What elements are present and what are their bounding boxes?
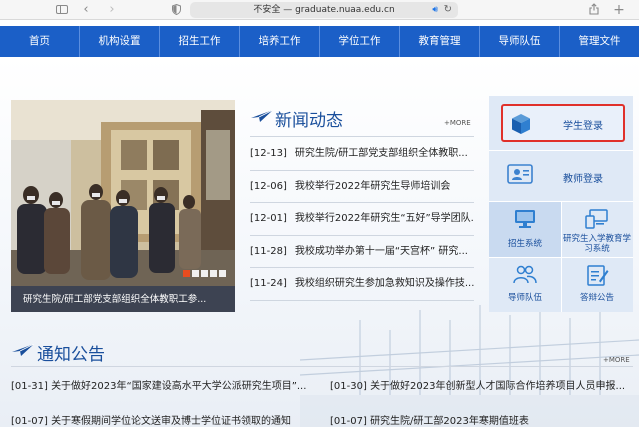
carousel-caption[interactable]: 研究生院/研工部党支部组织全体教职工参...	[23, 291, 206, 305]
devices-icon	[585, 209, 608, 229]
new-tab-icon[interactable]: +	[612, 3, 626, 17]
carousel-photo	[11, 100, 235, 312]
notice-date: [01-30]	[330, 381, 367, 392]
news-carousel-image[interactable]: 研究生院/研工部党支部组织全体教职工参...	[11, 100, 235, 312]
security-warning-label: 不安全	[253, 5, 281, 15]
news-headline[interactable]: 我校举行2022年研究生“五好”导学团队...	[295, 213, 474, 224]
news-item[interactable]: [11-28] 我校成功举办第十一届“天宫杯” 研究...	[250, 236, 474, 268]
shield-icon[interactable]	[170, 3, 182, 17]
news-headline[interactable]: 我校组织研究生参加急救知识及操作技...	[295, 278, 474, 289]
nav-item-supervisors[interactable]: 导师队伍	[480, 26, 560, 57]
notice-item[interactable]: [01-07] 研究生院/研工部2023年寒期值班表	[330, 412, 630, 427]
notice-date: [01-07]	[11, 416, 48, 427]
nav-item-admissions[interactable]: 招生工作	[160, 26, 240, 57]
notice-item[interactable]: [01-31] 关于做好2023年“国家建设高水平大学公派研究生项目”...	[11, 377, 311, 392]
notice-headline[interactable]: 关于做好2023年创新型人才国际合作培养项目人员申报...	[370, 381, 625, 392]
sidebar-toggle-icon[interactable]	[54, 3, 70, 17]
forward-arrow-icon[interactable]: ›	[106, 3, 118, 17]
news-section-title: 新闻动态	[275, 111, 343, 131]
document-edit-icon	[587, 265, 609, 286]
news-item[interactable]: [12-06] 我校举行2022年研究生导师培训会	[250, 171, 474, 203]
notice-headline[interactable]: 关于做好2023年“国家建设高水平大学公派研究生项目”...	[51, 381, 306, 392]
student-login-button[interactable]: 学生登录	[501, 104, 625, 142]
notice-headline[interactable]: 关于寒假期间学位论文送审及博士学位证书领取的通知	[51, 416, 291, 427]
paper-plane-icon	[251, 110, 273, 122]
news-headline[interactable]: 研究生院/研工部党支部组织全体教职...	[295, 148, 468, 159]
orientation-system-label: 研究生入学教育学习系统	[562, 234, 631, 254]
student-login-label: 学生登录	[563, 121, 603, 132]
defense-notice-link[interactable]: 答辩公告	[561, 258, 633, 313]
nav-item-education-management[interactable]: 教育管理	[400, 26, 480, 57]
monitor-icon	[515, 210, 535, 228]
panel-divider	[489, 150, 633, 151]
notice-headline[interactable]: 研究生院/研工部2023年寒期值班表	[370, 416, 529, 427]
nav-item-regulations[interactable]: 管理文件	[560, 26, 639, 57]
news-headline[interactable]: 我校举行2022年研究生导师培训会	[295, 181, 450, 192]
carousel-pager	[183, 270, 226, 277]
address-bar[interactable]: 不安全 — graduate.nuaa.edu.cn 🔊︎ ↻	[190, 2, 458, 18]
news-list: [12-13] 研究生院/研工部党支部组织全体教职... [12-06] 我校举行2…	[250, 138, 474, 301]
news-item[interactable]: [12-01] 我校举行2022年研究生“五好”导学团队...	[250, 203, 474, 236]
news-date: [12-06]	[250, 180, 287, 192]
nav-item-degree[interactable]: 学位工作	[320, 26, 400, 57]
notice-section-title: 通知公告	[37, 345, 105, 365]
news-more-link[interactable]: +MORE	[444, 119, 471, 127]
notice-item[interactable]: [01-30] 关于做好2023年创新型人才国际合作培养项目人员申报...	[330, 377, 630, 392]
nav-item-home[interactable]: 首页	[0, 26, 80, 57]
news-date: [11-28]	[250, 245, 287, 257]
cube-icon	[512, 114, 530, 134]
news-date: [12-13]	[250, 148, 287, 159]
teacher-id-card-icon	[507, 164, 533, 184]
browser-toolbar: ‹ › 不安全 — graduate.nuaa.edu.cn 🔊︎ ↻ +	[0, 0, 639, 20]
notice-item[interactable]: [01-07] 关于寒假期间学位论文送审及博士学位证书领取的通知	[11, 412, 311, 427]
url-separator: —	[283, 5, 293, 15]
teacher-login-button[interactable]: 教师登录	[489, 156, 633, 196]
admissions-system-label: 招生系统	[507, 239, 542, 249]
carousel-dot[interactable]	[201, 270, 208, 277]
reload-icon[interactable]: ↻	[444, 2, 452, 18]
news-divider	[250, 136, 474, 137]
notice-divider	[11, 366, 633, 367]
notice-date: [01-07]	[330, 416, 367, 427]
carousel-dot[interactable]	[210, 270, 217, 277]
nav-item-organization[interactable]: 机构设置	[80, 26, 160, 57]
news-headline[interactable]: 我校成功举办第十一届“天宫杯” 研究...	[295, 246, 468, 257]
carousel-dot[interactable]	[219, 270, 226, 277]
url-domain: graduate.nuaa.edu.cn	[295, 5, 395, 15]
carousel-dot[interactable]	[192, 270, 199, 277]
paper-plane-icon	[12, 344, 34, 356]
orientation-system-link[interactable]: 研究生入学教育学习系统	[561, 202, 633, 257]
back-arrow-icon[interactable]: ‹	[80, 3, 92, 17]
speaker-icon[interactable]: 🔊︎	[432, 2, 438, 18]
defense-notice-label: 答辩公告	[579, 293, 614, 303]
carousel-dot[interactable]	[183, 270, 190, 277]
supervisors-label: 导师队伍	[507, 293, 542, 303]
background-building-image	[300, 305, 639, 427]
news-item[interactable]: [12-13] 研究生院/研工部党支部组织全体教职...	[250, 138, 474, 171]
news-date: [11-24]	[250, 278, 287, 289]
teacher-login-label: 教师登录	[563, 174, 603, 185]
notice-date: [01-31]	[11, 381, 48, 392]
main-nav: 首页 机构设置 招生工作 培养工作 学位工作 教育管理 导师队伍 管理文件	[0, 26, 639, 57]
admissions-system-link[interactable]: 招生系统	[489, 202, 561, 257]
news-date: [12-01]	[250, 213, 287, 224]
people-icon	[513, 265, 537, 284]
notice-more-link[interactable]: +MORE	[603, 356, 630, 364]
news-item[interactable]: [11-24] 我校组织研究生参加急救知识及操作技...	[250, 268, 474, 301]
supervisors-link[interactable]: 导师队伍	[489, 258, 561, 313]
share-icon[interactable]	[588, 3, 600, 17]
nav-item-training[interactable]: 培养工作	[240, 26, 320, 57]
